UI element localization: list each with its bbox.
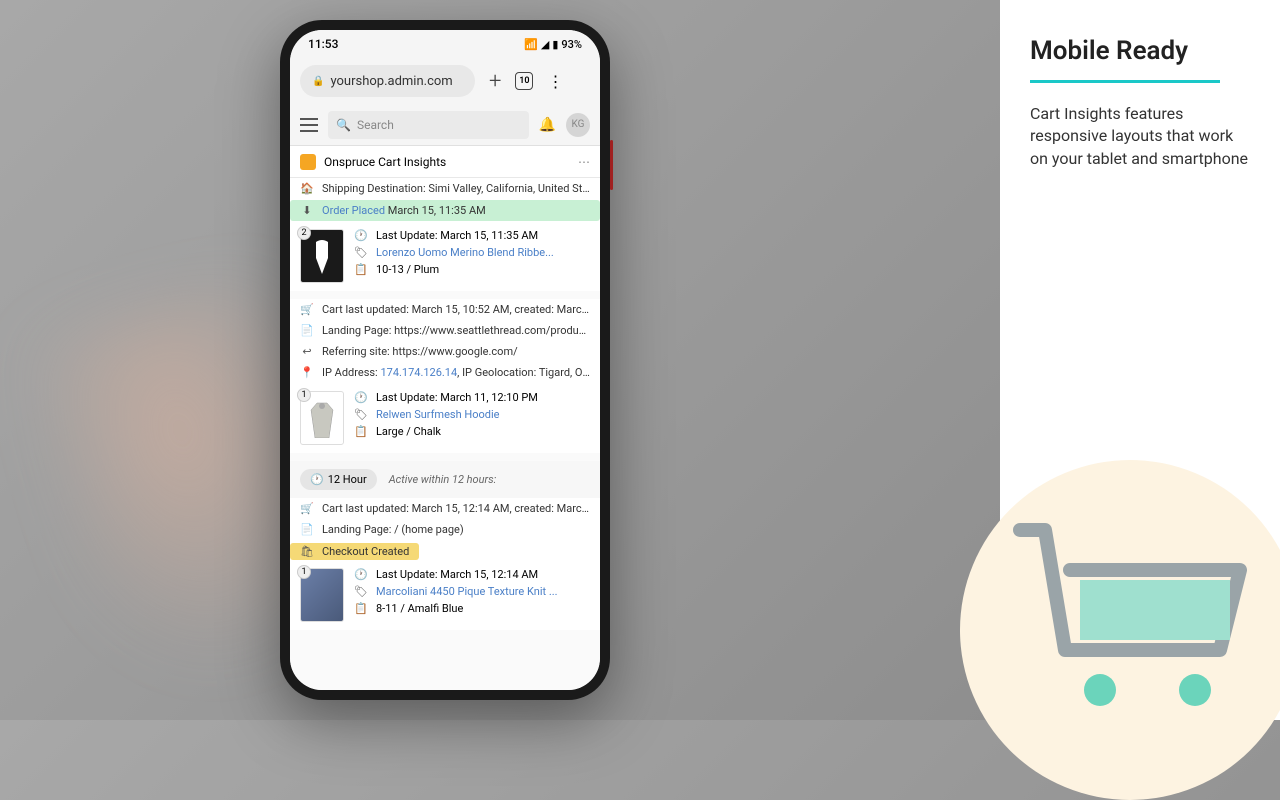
tag-icon: 🏷 xyxy=(354,585,368,598)
order-placed-badge: ⬇ Order Placed March 15, 11:35 AM xyxy=(290,200,600,221)
tabs-button[interactable]: 10 xyxy=(515,72,533,90)
search-placeholder: Search xyxy=(357,118,394,132)
marketing-description: Cart Insights features responsive layout… xyxy=(1030,103,1250,170)
search-input[interactable]: 🔍 Search xyxy=(328,111,529,139)
clock-icon: 🕐 xyxy=(354,229,368,242)
phone-frame: 11:53 📶 ◢ ▮ 93% 🔒 yourshop.admin.com + 1… xyxy=(280,20,610,700)
address-bar[interactable]: 🔒 yourshop.admin.com xyxy=(300,65,475,97)
lock-icon: 🔒 xyxy=(312,76,324,87)
signal-icon: ◢ xyxy=(541,38,549,51)
cart-card: 🛒Cart last updated: March 15, 12:14 AM, … xyxy=(290,498,600,630)
location-icon: 📍 xyxy=(300,366,314,379)
new-tab-button[interactable]: + xyxy=(489,69,501,94)
notifications-button[interactable]: 🔔 xyxy=(539,117,556,133)
product-row: 1 🕐Last Update: March 15, 12:14 AM 🏷Marc… xyxy=(290,560,600,630)
time-filter-chip[interactable]: 🕐 12 Hour xyxy=(300,469,377,490)
marketing-sidebar: Mobile Ready Cart Insights features resp… xyxy=(1000,0,1280,720)
product-row: 1 🕐Last Update: March 11, 12:10 PM 🏷Relw… xyxy=(290,383,600,453)
page-icon: 📄 xyxy=(300,523,314,536)
product-thumbnail[interactable]: 2 xyxy=(300,229,344,283)
cart-card: 🛒Cart last updated: March 15, 10:52 AM, … xyxy=(290,299,600,453)
checkout-icon: 🛍 xyxy=(300,545,314,558)
product-thumbnail[interactable]: 1 xyxy=(300,391,344,445)
variant-icon: 📋 xyxy=(354,263,368,276)
app-icon xyxy=(300,154,316,170)
search-icon: 🔍 xyxy=(336,118,351,132)
url-text: yourshop.admin.com xyxy=(330,74,452,89)
wifi-icon: 📶 xyxy=(524,38,538,51)
phone-screen: 11:53 📶 ◢ ▮ 93% 🔒 yourshop.admin.com + 1… xyxy=(290,30,600,690)
clock-icon: 🕐 xyxy=(354,391,368,404)
tag-icon: 🏷 xyxy=(354,246,368,259)
page-icon: 📄 xyxy=(300,324,314,337)
app-header: 🔍 Search 🔔 KG xyxy=(290,104,600,146)
cart-icon: 🛒 xyxy=(300,303,314,316)
marketing-title: Mobile Ready xyxy=(1030,36,1250,66)
title-divider xyxy=(1030,80,1220,83)
battery-icon: ▮ xyxy=(552,38,558,51)
browser-menu-button[interactable]: ⋮ xyxy=(547,72,561,91)
product-link[interactable]: Lorenzo Uomo Merino Blend Ribbe... xyxy=(376,246,590,259)
clock-icon: 🕐 xyxy=(310,473,324,486)
refer-icon: ↩ xyxy=(300,345,314,358)
order-placed-link[interactable]: Order Placed xyxy=(322,204,385,217)
filter-label: Active within 12 hours: xyxy=(389,473,497,486)
menu-button[interactable] xyxy=(300,118,318,132)
filter-bar: 🕐 12 Hour Active within 12 hours: xyxy=(290,461,600,498)
quantity-badge: 1 xyxy=(297,565,311,579)
app-title-bar: Onspruce Cart Insights ⋯ xyxy=(290,146,600,178)
variant-icon: 📋 xyxy=(354,602,368,615)
quantity-badge: 2 xyxy=(297,226,311,240)
product-row: 2 🕐Last Update: March 15, 11:35 AM 🏷Lore… xyxy=(290,221,600,291)
shipping-row: 🏠 Shipping Destination: Simi Valley, Cal… xyxy=(290,178,600,199)
scroll-content[interactable]: 🏠 Shipping Destination: Simi Valley, Cal… xyxy=(290,178,600,690)
ip-link[interactable]: 174.174.126.14 xyxy=(380,366,457,379)
cart-card: 🏠 Shipping Destination: Simi Valley, Cal… xyxy=(290,178,600,291)
browser-bar: 🔒 yourshop.admin.com + 10 ⋮ xyxy=(290,58,600,104)
app-title: Onspruce Cart Insights xyxy=(324,155,446,169)
product-link[interactable]: Marcoliani 4450 Pique Texture Knit ... xyxy=(376,585,590,598)
checkout-created-badge: 🛍 Checkout Created xyxy=(290,543,419,560)
quantity-badge: 1 xyxy=(297,388,311,402)
tag-icon: 🏷 xyxy=(354,408,368,421)
battery-percent: 93% xyxy=(561,38,582,51)
user-avatar[interactable]: KG xyxy=(566,113,590,137)
cart-icon: 🛒 xyxy=(300,502,314,515)
clock-icon: 🕐 xyxy=(354,568,368,581)
home-icon: 🏠 xyxy=(300,182,314,195)
product-link[interactable]: Relwen Surfmesh Hoodie xyxy=(376,408,590,421)
app-menu-button[interactable]: ⋯ xyxy=(578,155,590,169)
download-icon: ⬇ xyxy=(300,204,314,217)
cart-illustration xyxy=(960,460,1280,800)
variant-icon: 📋 xyxy=(354,425,368,438)
product-thumbnail[interactable]: 1 xyxy=(300,568,344,622)
status-time: 11:53 xyxy=(308,37,338,51)
status-bar: 11:53 📶 ◢ ▮ 93% xyxy=(290,30,600,58)
